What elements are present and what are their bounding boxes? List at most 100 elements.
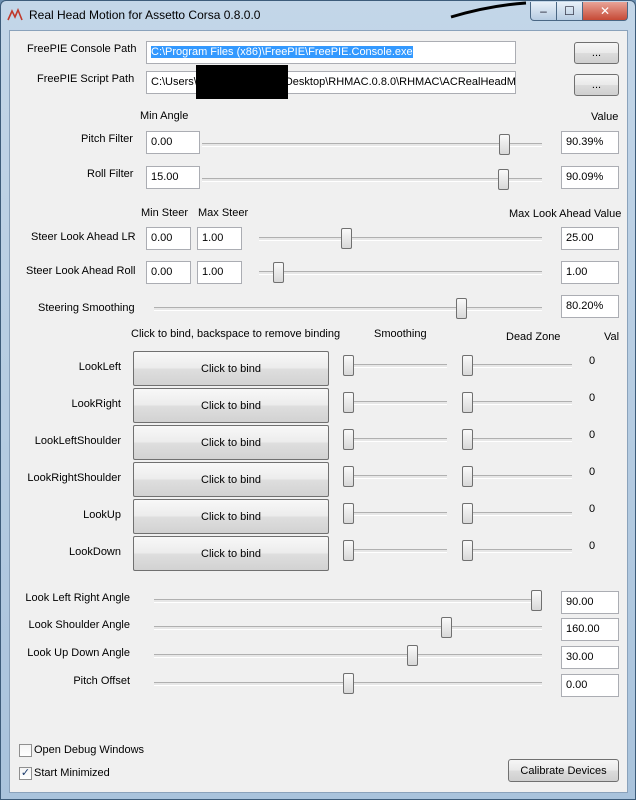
min-angle-header: Min Angle [140,110,189,122]
min-steer-header: Min Steer [141,207,189,219]
binding-deadzone-track [462,438,572,442]
binding-smoothing-slider[interactable] [343,540,354,561]
click-to-bind-button[interactable]: Click to bind [133,462,329,497]
steer-roll-min-input[interactable]: 0.00 [146,261,191,284]
steering-smoothing-value[interactable]: 80.20% [561,295,619,318]
steer-roll-slider[interactable] [272,262,284,283]
steer-lr-value[interactable]: 25.00 [561,227,619,250]
click-to-bind-button[interactable]: Click to bind [133,425,329,460]
pitch-filter-slider[interactable] [499,134,511,155]
binding-label: LookDown [69,546,121,558]
binding-deadzone-slider[interactable] [462,466,473,487]
binding-label: LookRightShoulder [27,472,121,484]
binding-smoothing-track [343,512,447,516]
roll-filter-min-input[interactable]: 15.00 [146,166,200,189]
angle-value[interactable]: 0.00 [561,674,619,697]
open-debug-checkbox[interactable] [19,744,32,757]
binding-deadzone-track [462,364,572,368]
main-window: Real Head Motion for Assetto Corsa 0.8.0… [0,0,636,800]
angle-slider[interactable] [406,645,418,666]
steer-lr-min-input[interactable]: 0.00 [146,227,191,250]
binding-deadzone-track [462,549,572,553]
angle-label: Look Left Right Angle [25,592,130,604]
binding-deadzone-slider[interactable] [462,429,473,450]
binding-label: LookRight [71,398,121,410]
binding-label: LookUp [83,509,121,521]
title-bar[interactable]: Real Head Motion for Assetto Corsa 0.8.0… [1,1,635,29]
binding-deadzone-track [462,475,572,479]
console-path-input[interactable]: C:\Program Files (x86)\FreePIE\FreePIE.C… [146,41,516,64]
start-minimized-checkbox[interactable]: ✓ [19,767,32,780]
app-logo-icon [7,8,23,21]
val-header: Val [604,331,620,343]
steering-smoothing-label: Steering Smoothing [38,302,135,314]
binding-smoothing-slider[interactable] [343,392,354,413]
smoothing-header: Smoothing [374,328,427,340]
value-header: Value [591,111,619,123]
binding-deadzone-slider[interactable] [462,540,473,561]
binding-smoothing-track [343,475,447,479]
roll-filter-slider[interactable] [498,169,510,190]
binding-value: 0 [589,429,596,441]
steer-lr-slider[interactable] [340,228,352,249]
binding-value: 0 [589,466,596,478]
angle-label: Pitch Offset [73,675,130,687]
binding-deadzone-slider[interactable] [462,392,473,413]
bind-header: Click to bind, backspace to remove bindi… [131,328,341,340]
binding-deadzone-track [462,401,572,405]
max-steer-header: Max Steer [198,207,249,219]
binding-smoothing-track [343,364,447,368]
redaction-scribble [450,1,527,19]
binding-smoothing-slider[interactable] [343,429,354,450]
pitch-filter-label: Pitch Filter [81,133,133,145]
binding-label: LookLeft [78,361,121,373]
steer-roll-label: Steer Look Ahead Roll [26,265,136,277]
angle-track [154,654,542,658]
minimize-button[interactable]: – [530,2,557,21]
client-area: FreePIE Console Path C:\Program Files (x… [9,30,628,793]
angle-slider[interactable] [342,673,354,694]
click-to-bind-button[interactable]: Click to bind [133,499,329,534]
script-browse-button[interactable]: ... [574,74,619,96]
click-to-bind-button[interactable]: Click to bind [133,388,329,423]
roll-filter-value[interactable]: 90.09% [561,166,619,189]
start-minimized-label: Start Minimized [34,767,110,779]
binding-smoothing-slider[interactable] [343,503,354,524]
angle-value[interactable]: 30.00 [561,646,619,669]
angle-slider[interactable] [440,617,452,638]
roll-filter-label: Roll Filter [87,168,134,180]
binding-smoothing-slider[interactable] [343,355,354,376]
steering-smoothing-slider[interactable] [456,298,468,319]
binding-deadzone-slider[interactable] [462,503,473,524]
angle-label: Look Up Down Angle [27,647,130,659]
angle-value[interactable]: 160.00 [561,618,619,641]
max-look-ahead-header: Max Look Ahead Value [509,208,622,220]
console-path-label: FreePIE Console Path [27,43,137,55]
steer-lr-max-input[interactable]: 1.00 [197,227,242,250]
script-path-label: FreePIE Script Path [37,73,135,85]
click-to-bind-button[interactable]: Click to bind [133,351,329,386]
maximize-button[interactable]: ☐ [556,2,583,21]
calibrate-devices-button[interactable]: Calibrate Devices [508,759,619,782]
binding-value: 0 [589,355,596,367]
steer-roll-track [259,271,542,275]
dead-zone-header: Dead Zone [506,331,561,343]
steer-lr-label: Steer Look Ahead LR [31,231,136,243]
binding-deadzone-slider[interactable] [462,355,473,376]
steer-roll-max-input[interactable]: 1.00 [197,261,242,284]
binding-deadzone-track [462,512,572,516]
click-to-bind-button[interactable]: Click to bind [133,536,329,571]
pitch-filter-min-input[interactable]: 0.00 [146,131,200,154]
steer-roll-value[interactable]: 1.00 [561,261,619,284]
angle-slider[interactable] [531,590,542,611]
roll-filter-track [202,178,542,182]
angle-value[interactable]: 90.00 [561,591,619,614]
binding-label: LookLeftShoulder [34,435,121,447]
binding-smoothing-slider[interactable] [343,466,354,487]
console-browse-button[interactable]: ... [574,42,619,64]
pitch-filter-value[interactable]: 90.39% [561,131,619,154]
angle-track [154,599,542,603]
binding-smoothing-track [343,401,447,405]
close-button[interactable]: ✕ [582,2,628,21]
open-debug-label: Open Debug Windows [34,744,145,756]
